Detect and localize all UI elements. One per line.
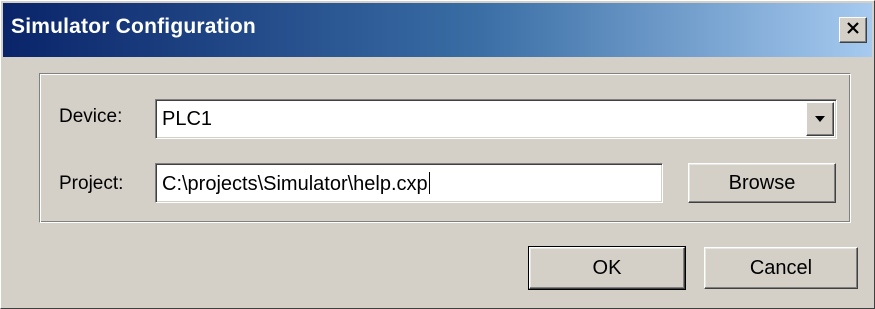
text-caret — [428, 172, 430, 194]
project-path-input[interactable]: C:\projects\Simulator\help.cxp — [155, 163, 663, 203]
chevron-down-icon — [814, 110, 826, 128]
device-value: PLC1 — [162, 108, 213, 130]
title-bar[interactable]: Simulator Configuration — [3, 3, 872, 57]
ok-button[interactable]: OK — [528, 246, 686, 290]
device-dropdown-button[interactable] — [806, 102, 834, 136]
browse-button[interactable]: Browse — [688, 163, 836, 203]
cancel-button[interactable]: Cancel — [704, 247, 858, 289]
dialog-window: Simulator Configuration Device: PLC1 Pro… — [0, 0, 875, 309]
project-path-value: C:\projects\Simulator\help.cxp — [162, 172, 430, 195]
project-label: Project: — [59, 173, 124, 194]
window-title: Simulator Configuration — [11, 15, 256, 38]
device-label: Device: — [59, 106, 123, 127]
close-button[interactable] — [839, 17, 867, 43]
close-icon — [846, 21, 860, 39]
device-select[interactable]: PLC1 — [155, 99, 837, 139]
